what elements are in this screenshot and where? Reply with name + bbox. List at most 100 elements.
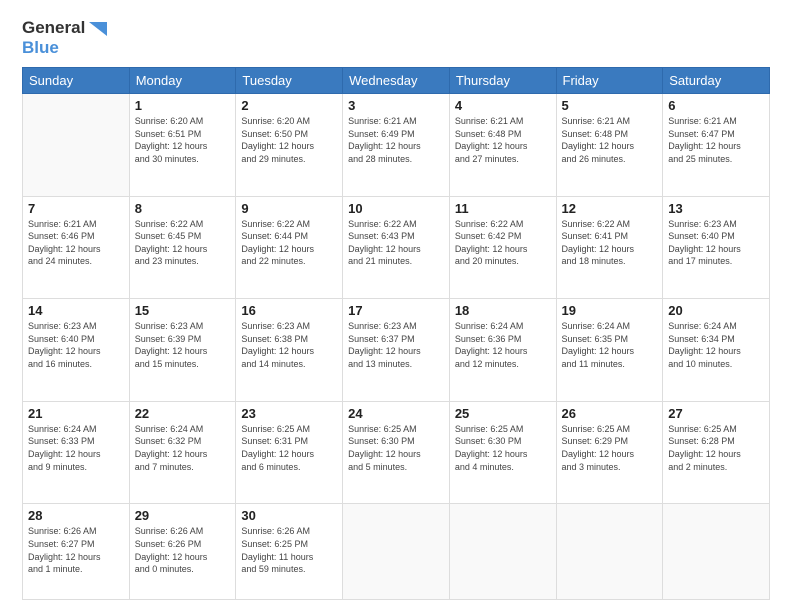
day-number: 11: [455, 201, 551, 216]
day-info: Sunrise: 6:20 AM Sunset: 6:51 PM Dayligh…: [135, 115, 231, 165]
day-info: Sunrise: 6:26 AM Sunset: 6:27 PM Dayligh…: [28, 525, 124, 575]
day-info: Sunrise: 6:24 AM Sunset: 6:36 PM Dayligh…: [455, 320, 551, 370]
page: General Blue SundayMondayTuesdayWednesda…: [0, 0, 792, 612]
day-number: 14: [28, 303, 124, 318]
logo-blue-text: Blue: [22, 38, 107, 58]
calendar-cell: 29 Sunrise: 6:26 AM Sunset: 6:26 PM Dayli…: [129, 504, 236, 600]
day-info: Sunrise: 6:25 AM Sunset: 6:30 PM Dayligh…: [348, 423, 444, 473]
day-number: 8: [135, 201, 231, 216]
day-number: 18: [455, 303, 551, 318]
col-header-wednesday: Wednesday: [343, 68, 450, 94]
day-info: Sunrise: 6:23 AM Sunset: 6:40 PM Dayligh…: [668, 218, 764, 268]
day-info: Sunrise: 6:20 AM Sunset: 6:50 PM Dayligh…: [241, 115, 337, 165]
day-info: Sunrise: 6:24 AM Sunset: 6:35 PM Dayligh…: [562, 320, 658, 370]
day-number: 27: [668, 406, 764, 421]
day-number: 16: [241, 303, 337, 318]
calendar-cell: [343, 504, 450, 600]
day-info: Sunrise: 6:22 AM Sunset: 6:44 PM Dayligh…: [241, 218, 337, 268]
col-header-saturday: Saturday: [663, 68, 770, 94]
day-info: Sunrise: 6:23 AM Sunset: 6:40 PM Dayligh…: [28, 320, 124, 370]
calendar-cell: 2 Sunrise: 6:20 AM Sunset: 6:50 PM Daylig…: [236, 94, 343, 197]
week-row-3: 14 Sunrise: 6:23 AM Sunset: 6:40 PM Dayli…: [23, 299, 770, 402]
calendar-cell: 6 Sunrise: 6:21 AM Sunset: 6:47 PM Daylig…: [663, 94, 770, 197]
header: General Blue: [22, 18, 770, 57]
day-number: 15: [135, 303, 231, 318]
day-number: 2: [241, 98, 337, 113]
day-number: 9: [241, 201, 337, 216]
calendar-cell: 1 Sunrise: 6:20 AM Sunset: 6:51 PM Daylig…: [129, 94, 236, 197]
calendar-cell: 22 Sunrise: 6:24 AM Sunset: 6:32 PM Dayli…: [129, 401, 236, 504]
day-info: Sunrise: 6:22 AM Sunset: 6:43 PM Dayligh…: [348, 218, 444, 268]
day-info: Sunrise: 6:25 AM Sunset: 6:30 PM Dayligh…: [455, 423, 551, 473]
day-number: 29: [135, 508, 231, 523]
day-number: 26: [562, 406, 658, 421]
day-info: Sunrise: 6:25 AM Sunset: 6:28 PM Dayligh…: [668, 423, 764, 473]
logo: General Blue: [22, 18, 107, 57]
day-info: Sunrise: 6:24 AM Sunset: 6:32 PM Dayligh…: [135, 423, 231, 473]
calendar-cell: 30 Sunrise: 6:26 AM Sunset: 6:25 PM Dayli…: [236, 504, 343, 600]
week-row-2: 7Sunrise: 6:21 AM Sunset: 6:46 PM Daylig…: [23, 196, 770, 299]
calendar-cell: 11 Sunrise: 6:22 AM Sunset: 6:42 PM Dayli…: [449, 196, 556, 299]
day-info: Sunrise: 6:21 AM Sunset: 6:47 PM Dayligh…: [668, 115, 764, 165]
day-number: 25: [455, 406, 551, 421]
calendar-cell: 26 Sunrise: 6:25 AM Sunset: 6:29 PM Dayli…: [556, 401, 663, 504]
calendar-cell: 4 Sunrise: 6:21 AM Sunset: 6:48 PM Daylig…: [449, 94, 556, 197]
day-number: 6: [668, 98, 764, 113]
day-info: Sunrise: 6:21 AM Sunset: 6:48 PM Dayligh…: [455, 115, 551, 165]
week-row-1: 1 Sunrise: 6:20 AM Sunset: 6:51 PM Daylig…: [23, 94, 770, 197]
day-number: 10: [348, 201, 444, 216]
calendar-cell: 12Sunrise: 6:22 AM Sunset: 6:41 PM Dayli…: [556, 196, 663, 299]
day-info: Sunrise: 6:21 AM Sunset: 6:48 PM Dayligh…: [562, 115, 658, 165]
day-number: 22: [135, 406, 231, 421]
day-number: 20: [668, 303, 764, 318]
col-header-sunday: Sunday: [23, 68, 130, 94]
calendar-cell: 10 Sunrise: 6:22 AM Sunset: 6:43 PM Dayli…: [343, 196, 450, 299]
day-number: 28: [28, 508, 124, 523]
calendar-cell: 3 Sunrise: 6:21 AM Sunset: 6:49 PM Daylig…: [343, 94, 450, 197]
calendar-header-row: SundayMondayTuesdayWednesdayThursdayFrid…: [23, 68, 770, 94]
calendar-cell: 19Sunrise: 6:24 AM Sunset: 6:35 PM Dayli…: [556, 299, 663, 402]
calendar-cell: 18 Sunrise: 6:24 AM Sunset: 6:36 PM Dayli…: [449, 299, 556, 402]
col-header-tuesday: Tuesday: [236, 68, 343, 94]
day-info: Sunrise: 6:26 AM Sunset: 6:25 PM Dayligh…: [241, 525, 337, 575]
day-info: Sunrise: 6:25 AM Sunset: 6:29 PM Dayligh…: [562, 423, 658, 473]
week-row-4: 21 Sunrise: 6:24 AM Sunset: 6:33 PM Dayli…: [23, 401, 770, 504]
col-header-monday: Monday: [129, 68, 236, 94]
calendar-cell: [23, 94, 130, 197]
calendar-cell: 13 Sunrise: 6:23 AM Sunset: 6:40 PM Dayli…: [663, 196, 770, 299]
calendar-cell: 8 Sunrise: 6:22 AM Sunset: 6:45 PM Daylig…: [129, 196, 236, 299]
col-header-friday: Friday: [556, 68, 663, 94]
calendar-cell: 9 Sunrise: 6:22 AM Sunset: 6:44 PM Daylig…: [236, 196, 343, 299]
day-info: Sunrise: 6:26 AM Sunset: 6:26 PM Dayligh…: [135, 525, 231, 575]
calendar-cell: 16 Sunrise: 6:23 AM Sunset: 6:38 PM Dayli…: [236, 299, 343, 402]
calendar-cell: 27 Sunrise: 6:25 AM Sunset: 6:28 PM Dayli…: [663, 401, 770, 504]
day-info: Sunrise: 6:25 AM Sunset: 6:31 PM Dayligh…: [241, 423, 337, 473]
day-number: 24: [348, 406, 444, 421]
day-info: Sunrise: 6:23 AM Sunset: 6:38 PM Dayligh…: [241, 320, 337, 370]
week-row-5: 28 Sunrise: 6:26 AM Sunset: 6:27 PM Dayli…: [23, 504, 770, 600]
day-number: 7: [28, 201, 124, 216]
day-info: Sunrise: 6:22 AM Sunset: 6:42 PM Dayligh…: [455, 218, 551, 268]
day-info: Sunrise: 6:24 AM Sunset: 6:33 PM Dayligh…: [28, 423, 124, 473]
day-number: 4: [455, 98, 551, 113]
logo-general-text: General: [22, 18, 107, 38]
calendar-cell: 25 Sunrise: 6:25 AM Sunset: 6:30 PM Dayli…: [449, 401, 556, 504]
day-number: 5: [562, 98, 658, 113]
day-info: Sunrise: 6:22 AM Sunset: 6:41 PM Dayligh…: [562, 218, 658, 268]
calendar-cell: [556, 504, 663, 600]
day-number: 3: [348, 98, 444, 113]
logo-arrow-icon: [89, 22, 107, 36]
calendar-cell: [449, 504, 556, 600]
calendar-cell: 20Sunrise: 6:24 AM Sunset: 6:34 PM Dayli…: [663, 299, 770, 402]
day-info: Sunrise: 6:22 AM Sunset: 6:45 PM Dayligh…: [135, 218, 231, 268]
calendar-table: SundayMondayTuesdayWednesdayThursdayFrid…: [22, 67, 770, 600]
calendar-cell: 7Sunrise: 6:21 AM Sunset: 6:46 PM Daylig…: [23, 196, 130, 299]
day-info: Sunrise: 6:23 AM Sunset: 6:39 PM Dayligh…: [135, 320, 231, 370]
calendar-cell: 5 Sunrise: 6:21 AM Sunset: 6:48 PM Daylig…: [556, 94, 663, 197]
day-number: 1: [135, 98, 231, 113]
day-number: 30: [241, 508, 337, 523]
calendar-cell: 28 Sunrise: 6:26 AM Sunset: 6:27 PM Dayli…: [23, 504, 130, 600]
day-number: 21: [28, 406, 124, 421]
day-number: 13: [668, 201, 764, 216]
day-info: Sunrise: 6:21 AM Sunset: 6:49 PM Dayligh…: [348, 115, 444, 165]
